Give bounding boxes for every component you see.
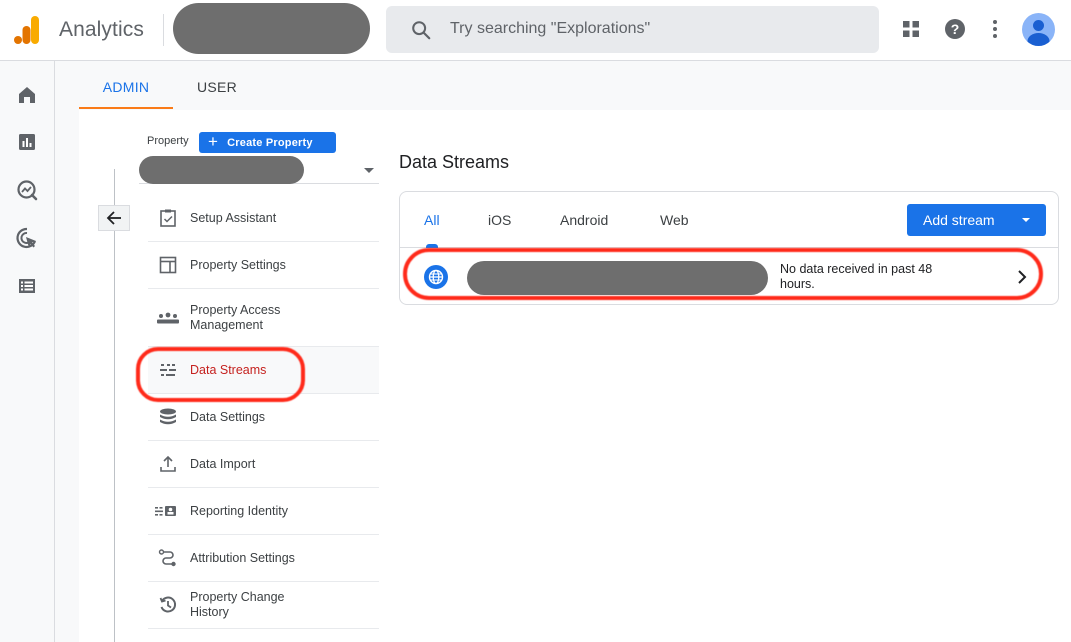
- tab-android[interactable]: Android: [560, 212, 608, 228]
- nav-label: Property Change History: [190, 590, 285, 619]
- history-icon: [159, 596, 177, 613]
- arrow-left-icon: [106, 211, 121, 225]
- nav-label: Data Settings: [190, 409, 266, 424]
- tab-all[interactable]: All: [424, 212, 440, 228]
- analytics-logo-icon[interactable]: [14, 15, 40, 45]
- nav-item-property-access-management[interactable]: Property Access Management: [148, 289, 379, 347]
- admin-area: ADMIN USER Property + Create Property Se…: [55, 61, 1071, 642]
- dropdown-caret-icon: [364, 168, 374, 173]
- explore-trend-icon[interactable]: [15, 178, 39, 202]
- stream-type-tabs: All iOS Android Web Add stream: [400, 192, 1058, 248]
- nav-label: Attribution Settings: [190, 550, 295, 565]
- plus-icon: +: [208, 132, 219, 151]
- layout-icon: [159, 256, 177, 274]
- apps-grid-icon[interactable]: [899, 17, 923, 41]
- ads-cursor-icon[interactable]: [15, 226, 39, 250]
- tab-user[interactable]: USER: [197, 61, 237, 109]
- nav-item-attribution-settings[interactable]: Attribution Settings: [148, 535, 379, 582]
- nav-label: Setup Assistant: [190, 210, 277, 225]
- people-icon: [157, 312, 179, 323]
- clipboard-check-icon: [160, 209, 176, 227]
- nav-label: Property Access Management: [190, 302, 281, 332]
- reporting-identity-icon: [155, 506, 176, 516]
- home-icon[interactable]: [15, 83, 39, 107]
- dropdown-caret-icon: [1022, 218, 1030, 222]
- more-vert-icon[interactable]: [983, 17, 1007, 41]
- nav-item-reporting-identity[interactable]: Reporting Identity: [148, 488, 379, 535]
- collapse-back-button[interactable]: [98, 205, 130, 231]
- app-title: Analytics: [59, 18, 144, 41]
- create-property-button[interactable]: + Create Property: [199, 132, 336, 153]
- add-stream-button[interactable]: Add stream: [907, 204, 1046, 236]
- nav-label: Reporting Identity: [190, 503, 288, 518]
- admin-panel: Property + Create Property Setup Assista…: [79, 110, 1071, 642]
- tab-ios[interactable]: iOS: [488, 212, 511, 228]
- tab-admin[interactable]: ADMIN: [79, 61, 173, 109]
- help-icon[interactable]: ?: [943, 17, 967, 41]
- tab-web[interactable]: Web: [660, 212, 689, 228]
- account-selector-redacted[interactable]: [173, 3, 370, 54]
- divider: [163, 14, 164, 46]
- bar-chart-icon[interactable]: [15, 130, 39, 154]
- property-select[interactable]: [139, 154, 379, 184]
- nav-item-setup-assistant[interactable]: Setup Assistant: [148, 195, 379, 242]
- nav-item-property-settings[interactable]: Property Settings: [148, 242, 379, 289]
- annotation-circle-nav: [136, 347, 305, 402]
- create-property-label: Create Property: [227, 136, 313, 149]
- nav-item-property-change-history[interactable]: Property Change History: [148, 582, 379, 629]
- property-name-redacted: [139, 156, 304, 184]
- page-title: Data Streams: [399, 152, 510, 172]
- property-nav-list: Setup Assistant Property Settings Proper…: [148, 195, 379, 629]
- svg-text:?: ?: [951, 21, 960, 37]
- top-app-bar: Analytics Try searching "Explorations" ?: [0, 0, 1071, 61]
- property-label: Property: [147, 135, 189, 147]
- search-bar[interactable]: Try searching "Explorations": [386, 6, 879, 53]
- search-placeholder: Try searching "Explorations": [450, 20, 651, 37]
- account-avatar[interactable]: [1022, 13, 1055, 46]
- list-icon[interactable]: [15, 274, 39, 298]
- nav-label: Property Settings: [190, 257, 286, 272]
- annotation-circle-row: [403, 248, 1043, 300]
- upload-icon: [160, 455, 176, 472]
- search-icon: [412, 21, 431, 40]
- nav-label: Data Import: [190, 456, 256, 471]
- column-divider: [114, 169, 115, 642]
- attribution-path-icon: [158, 549, 176, 567]
- add-stream-label: Add stream: [923, 212, 995, 228]
- database-icon: [160, 408, 176, 425]
- nav-item-data-import[interactable]: Data Import: [148, 441, 379, 488]
- left-nav-rail: [0, 61, 55, 642]
- person-icon: [1027, 20, 1050, 46]
